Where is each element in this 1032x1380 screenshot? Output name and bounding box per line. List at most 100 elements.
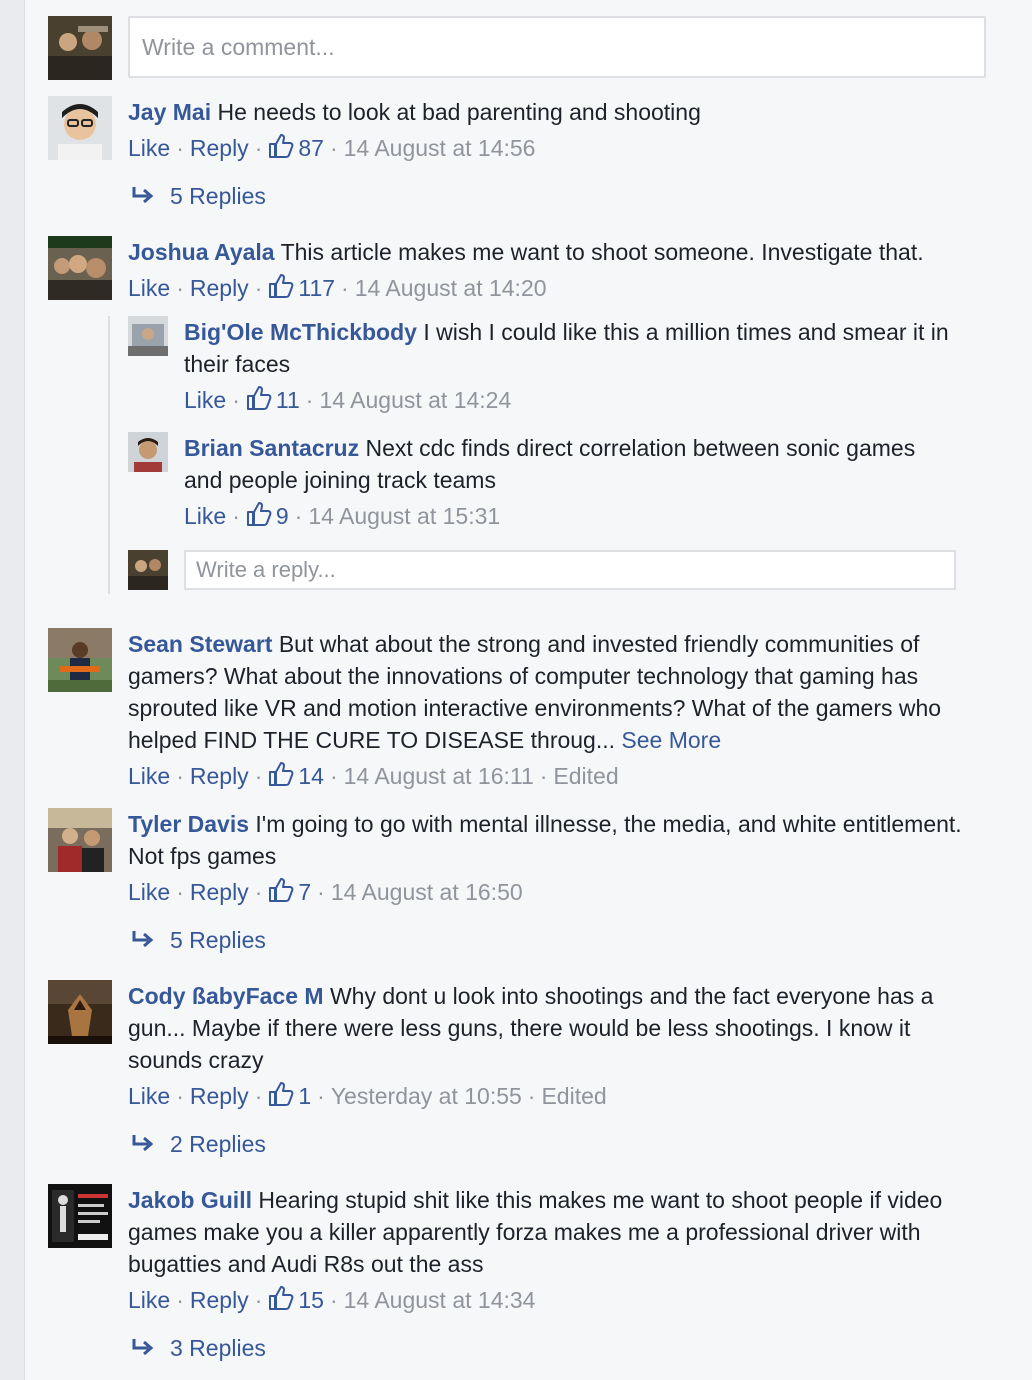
- thumbs-up-icon: [269, 878, 294, 902]
- separator: ·: [176, 763, 184, 789]
- avatar[interactable]: [48, 628, 112, 692]
- timestamp[interactable]: 14 August at 14:34: [344, 1287, 536, 1313]
- reaction-count[interactable]: 117: [268, 274, 336, 301]
- reply-arrow-icon: [132, 931, 154, 948]
- thumbs-up-icon: [269, 1286, 294, 1310]
- timestamp[interactable]: 14 August at 15:31: [308, 503, 500, 529]
- reaction-count[interactable]: 11: [246, 386, 300, 413]
- like-button[interactable]: Like: [184, 387, 226, 413]
- thumbs-up-icon: [269, 1082, 294, 1106]
- comment-actions: Like · Reply · 1 · Yesterday at 10:55 · Edited: [128, 1080, 968, 1112]
- like-count: 1: [298, 1083, 312, 1109]
- timestamp[interactable]: 14 August at 14:56: [344, 135, 536, 161]
- reply-author[interactable]: Brian Santacruz: [184, 435, 359, 461]
- avatar[interactable]: [48, 1184, 112, 1248]
- avatar[interactable]: [128, 316, 168, 356]
- reply-arrow-icon: [132, 187, 154, 204]
- thumbs-up-icon: [269, 134, 294, 158]
- comment-actions: Like · Reply · 87 · 14 August at 14:56: [128, 132, 968, 164]
- reply-button[interactable]: Reply: [190, 879, 249, 905]
- replies-count-label: 5 Replies: [170, 927, 266, 953]
- reaction-count[interactable]: 9: [246, 502, 289, 529]
- reaction-count[interactable]: 15: [268, 1286, 324, 1313]
- reply-composer[interactable]: [184, 550, 956, 590]
- separator: ·: [232, 503, 240, 529]
- comment-input[interactable]: [130, 18, 984, 76]
- like-button[interactable]: Like: [128, 1287, 170, 1313]
- like-button[interactable]: Like: [128, 275, 170, 301]
- avatar[interactable]: [128, 432, 168, 472]
- reply-input[interactable]: [186, 552, 954, 588]
- avatar[interactable]: [48, 236, 112, 300]
- reaction-count[interactable]: 14: [268, 762, 324, 789]
- like-count: 14: [298, 763, 324, 789]
- thumbs-up-icon: [269, 762, 294, 786]
- timestamp[interactable]: 14 August at 14:24: [319, 387, 511, 413]
- comment-author[interactable]: Sean Stewart: [128, 631, 272, 657]
- like-button[interactable]: Like: [128, 1083, 170, 1109]
- reply: Brian Santacruz Next cdc finds direct co…: [184, 432, 954, 532]
- comment-author[interactable]: Jay Mai: [128, 99, 211, 125]
- like-count: 87: [298, 135, 324, 161]
- like-button[interactable]: Like: [128, 763, 170, 789]
- view-replies-link[interactable]: 3 Replies: [130, 1332, 266, 1364]
- reply-button[interactable]: Reply: [190, 275, 249, 301]
- comment-composer[interactable]: [128, 16, 986, 78]
- like-button[interactable]: Like: [128, 879, 170, 905]
- separator: ·: [254, 135, 263, 161]
- current-user-avatar[interactable]: [128, 550, 168, 590]
- reaction-count[interactable]: 1: [268, 1082, 312, 1109]
- like-count: 7: [298, 879, 312, 905]
- reply-button[interactable]: Reply: [190, 763, 249, 789]
- comment-actions: Like · Reply · 7 · 14 August at 16:50: [128, 876, 968, 908]
- timestamp[interactable]: Yesterday at 10:55: [331, 1083, 522, 1109]
- separator: ·: [254, 275, 263, 301]
- separator: ·: [176, 135, 184, 161]
- reply-button[interactable]: Reply: [190, 135, 249, 161]
- reply-actions: Like · 9 · 14 August at 15:31: [184, 500, 954, 532]
- reply-actions: Like · 11 · 14 August at 14:24: [184, 384, 954, 416]
- separator: ·: [539, 763, 548, 789]
- reply-button[interactable]: Reply: [190, 1287, 249, 1313]
- timestamp[interactable]: 14 August at 14:20: [355, 275, 547, 301]
- reaction-count[interactable]: 87: [268, 134, 324, 161]
- reply-arrow-icon: [132, 1339, 154, 1356]
- reply: Big'Ole McThickbody I wish I could like …: [184, 316, 954, 416]
- like-button[interactable]: Like: [184, 503, 226, 529]
- view-replies-link[interactable]: 2 Replies: [130, 1128, 266, 1160]
- replies-count-label: 5 Replies: [170, 183, 266, 209]
- avatar[interactable]: [48, 980, 112, 1044]
- see-more-link[interactable]: See More: [621, 727, 721, 753]
- separator: ·: [329, 135, 338, 161]
- comment-actions: Like · Reply · 14 · 14 August at 16:11 · Edited: [128, 760, 968, 792]
- comment: Jakob Guill Hearing stupid shit like thi…: [128, 1184, 968, 1316]
- reaction-count[interactable]: 7: [268, 878, 312, 905]
- view-replies-link[interactable]: 5 Replies: [130, 180, 266, 212]
- timestamp[interactable]: 14 August at 16:11: [344, 763, 534, 789]
- comment-author[interactable]: Tyler Davis: [128, 811, 249, 837]
- avatar[interactable]: [48, 808, 112, 872]
- view-replies-link[interactable]: 5 Replies: [130, 924, 266, 956]
- replies-count-label: 2 Replies: [170, 1131, 266, 1157]
- edited-label[interactable]: Edited: [553, 763, 618, 789]
- edited-label[interactable]: Edited: [541, 1083, 606, 1109]
- separator: ·: [329, 763, 338, 789]
- reply-author[interactable]: Big'Ole McThickbody: [184, 319, 417, 345]
- like-count: 9: [275, 503, 289, 529]
- comment-author[interactable]: Cody ßabyFace M: [128, 983, 324, 1009]
- like-button[interactable]: Like: [128, 135, 170, 161]
- separator: ·: [254, 1083, 263, 1109]
- separator: ·: [294, 503, 303, 529]
- separator: ·: [176, 879, 184, 905]
- thumbs-up-icon: [246, 502, 272, 526]
- separator: ·: [341, 275, 349, 301]
- like-count: 117: [298, 275, 336, 301]
- avatar[interactable]: [48, 96, 112, 160]
- comment-author[interactable]: Joshua Ayala: [128, 239, 275, 265]
- comment: Tyler Davis I'm going to go with mental …: [128, 808, 968, 908]
- timestamp[interactable]: 14 August at 16:50: [331, 879, 523, 905]
- reply-arrow-icon: [132, 1135, 154, 1152]
- reply-button[interactable]: Reply: [190, 1083, 249, 1109]
- current-user-avatar[interactable]: [48, 16, 112, 80]
- comment-author[interactable]: Jakob Guill: [128, 1187, 252, 1213]
